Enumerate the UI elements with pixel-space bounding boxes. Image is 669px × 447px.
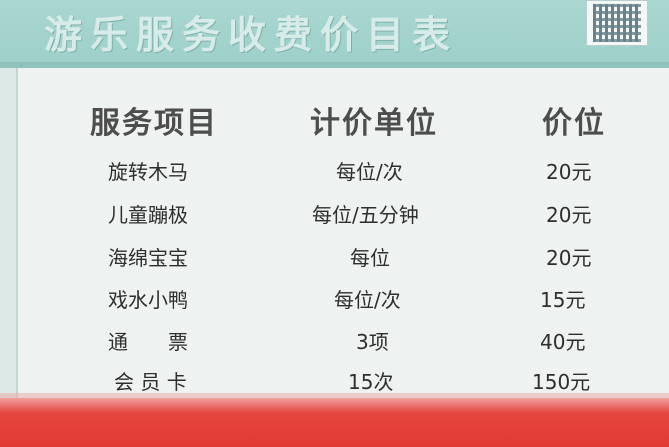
- price-table: 服务项目 计价单位 价位 旋转木马 每位/次 20元 儿童蹦极 每位/五分钟 2…: [16, 68, 669, 398]
- row-price: 20元: [546, 160, 592, 184]
- qr-code-icon: [586, 0, 648, 46]
- row-item: 会 员 卡: [114, 370, 187, 394]
- row-item: 海绵宝宝: [108, 246, 188, 270]
- header-service-item: 服务项目: [90, 106, 218, 141]
- row-unit: 每位/五分钟: [312, 203, 419, 227]
- row-unit: 每位/次: [336, 160, 403, 184]
- header-band: 游乐服务收费价目表: [0, 0, 669, 62]
- row-unit: 15次: [348, 370, 394, 394]
- qr-pattern: [593, 4, 641, 42]
- row-item: 旋转木马: [108, 160, 188, 184]
- row-price: 150元: [532, 370, 591, 394]
- row-unit: 每位: [350, 246, 390, 270]
- bottom-red-band: [0, 398, 669, 447]
- sign-title: 游乐服务收费价目表: [44, 13, 459, 57]
- row-unit: 3项: [356, 330, 389, 354]
- row-item: 戏水小鸭: [108, 288, 188, 312]
- header-price: 价位: [542, 106, 606, 141]
- row-item: 儿童蹦极: [108, 203, 188, 227]
- row-price: 20元: [546, 203, 592, 227]
- header-pricing-unit: 计价单位: [310, 106, 438, 141]
- row-unit: 每位/次: [334, 288, 401, 312]
- row-price: 20元: [546, 246, 592, 270]
- row-price: 15元: [540, 288, 586, 312]
- row-item: 通 票: [108, 330, 188, 354]
- price-sign: 游乐服务收费价目表 服务项目 计价单位 价位 旋转木马 每位/次 20元 儿童蹦…: [0, 0, 669, 447]
- row-price: 40元: [540, 330, 586, 354]
